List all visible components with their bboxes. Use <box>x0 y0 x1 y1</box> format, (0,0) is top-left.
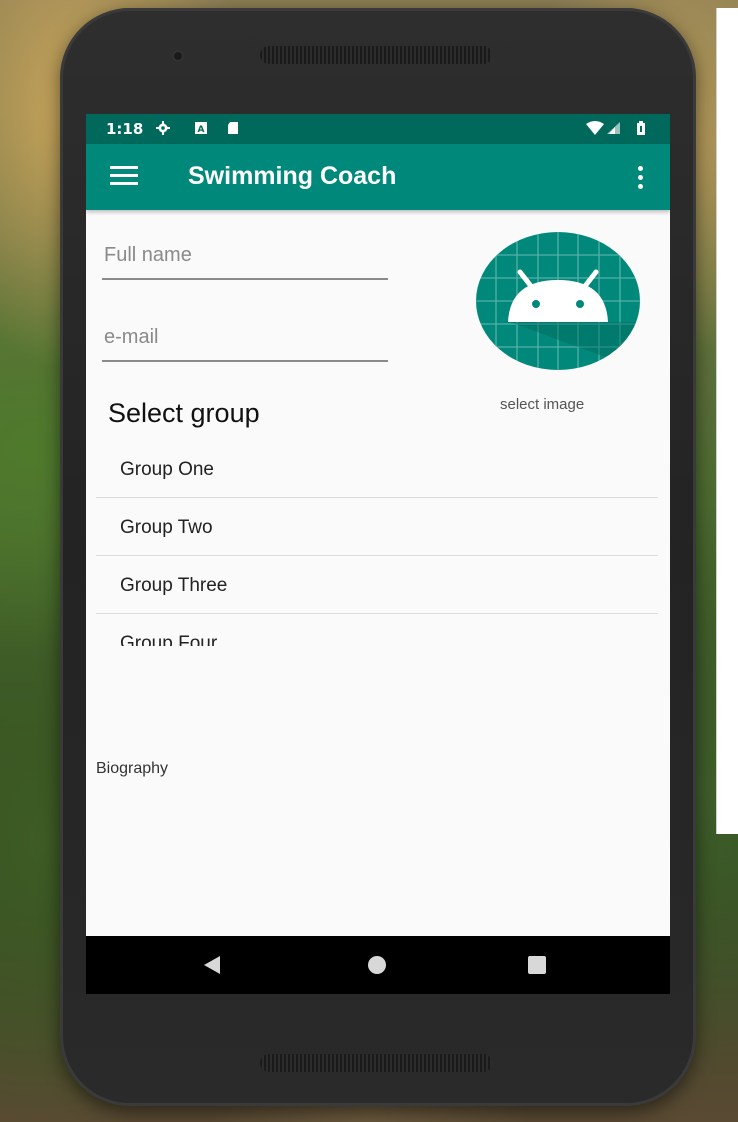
top-speaker <box>260 46 492 64</box>
full-name-field-wrapper <box>102 238 390 280</box>
more-vert-icon[interactable] <box>638 166 644 190</box>
back-icon[interactable] <box>204 956 220 974</box>
app-screen: 1:18 A Swimming Coach Full name e-mail s… <box>86 114 670 994</box>
recents-icon[interactable] <box>528 956 546 974</box>
full-name-input[interactable] <box>102 238 390 267</box>
select-image-label[interactable]: select image <box>500 396 584 413</box>
select-group-title: Select group <box>108 398 260 428</box>
app-title: Swimming Coach <box>188 162 397 190</box>
side-panel <box>716 8 738 834</box>
group-item-four[interactable]: Group Four <box>96 614 658 646</box>
app-bar: Swimming Coach <box>86 144 670 210</box>
group-item-one[interactable]: Group One <box>96 440 658 498</box>
settings-icon <box>156 121 170 135</box>
battery-icon <box>637 121 645 135</box>
status-time: 1:18 <box>106 120 144 138</box>
android-avatar-icon[interactable] <box>476 232 640 370</box>
status-bar: 1:18 A <box>86 114 670 144</box>
email-input[interactable] <box>102 320 390 349</box>
sd-card-icon <box>228 122 238 134</box>
home-icon[interactable] <box>368 956 386 974</box>
a-icon: A <box>195 122 207 135</box>
bottom-speaker <box>260 1054 492 1072</box>
wifi-icon <box>586 121 604 135</box>
group-list[interactable]: Group One Group Two Group Three Group Fo… <box>96 440 658 646</box>
biography-label: Biography <box>96 760 169 777</box>
navigation-bar <box>86 936 670 994</box>
menu-icon[interactable] <box>110 166 138 188</box>
svg-text:A: A <box>198 125 205 135</box>
group-item-two[interactable]: Group Two <box>96 498 658 556</box>
email-field-wrapper <box>102 320 390 362</box>
signal-icon <box>607 122 620 134</box>
front-camera <box>172 50 184 62</box>
group-item-three[interactable]: Group Three <box>96 556 658 614</box>
